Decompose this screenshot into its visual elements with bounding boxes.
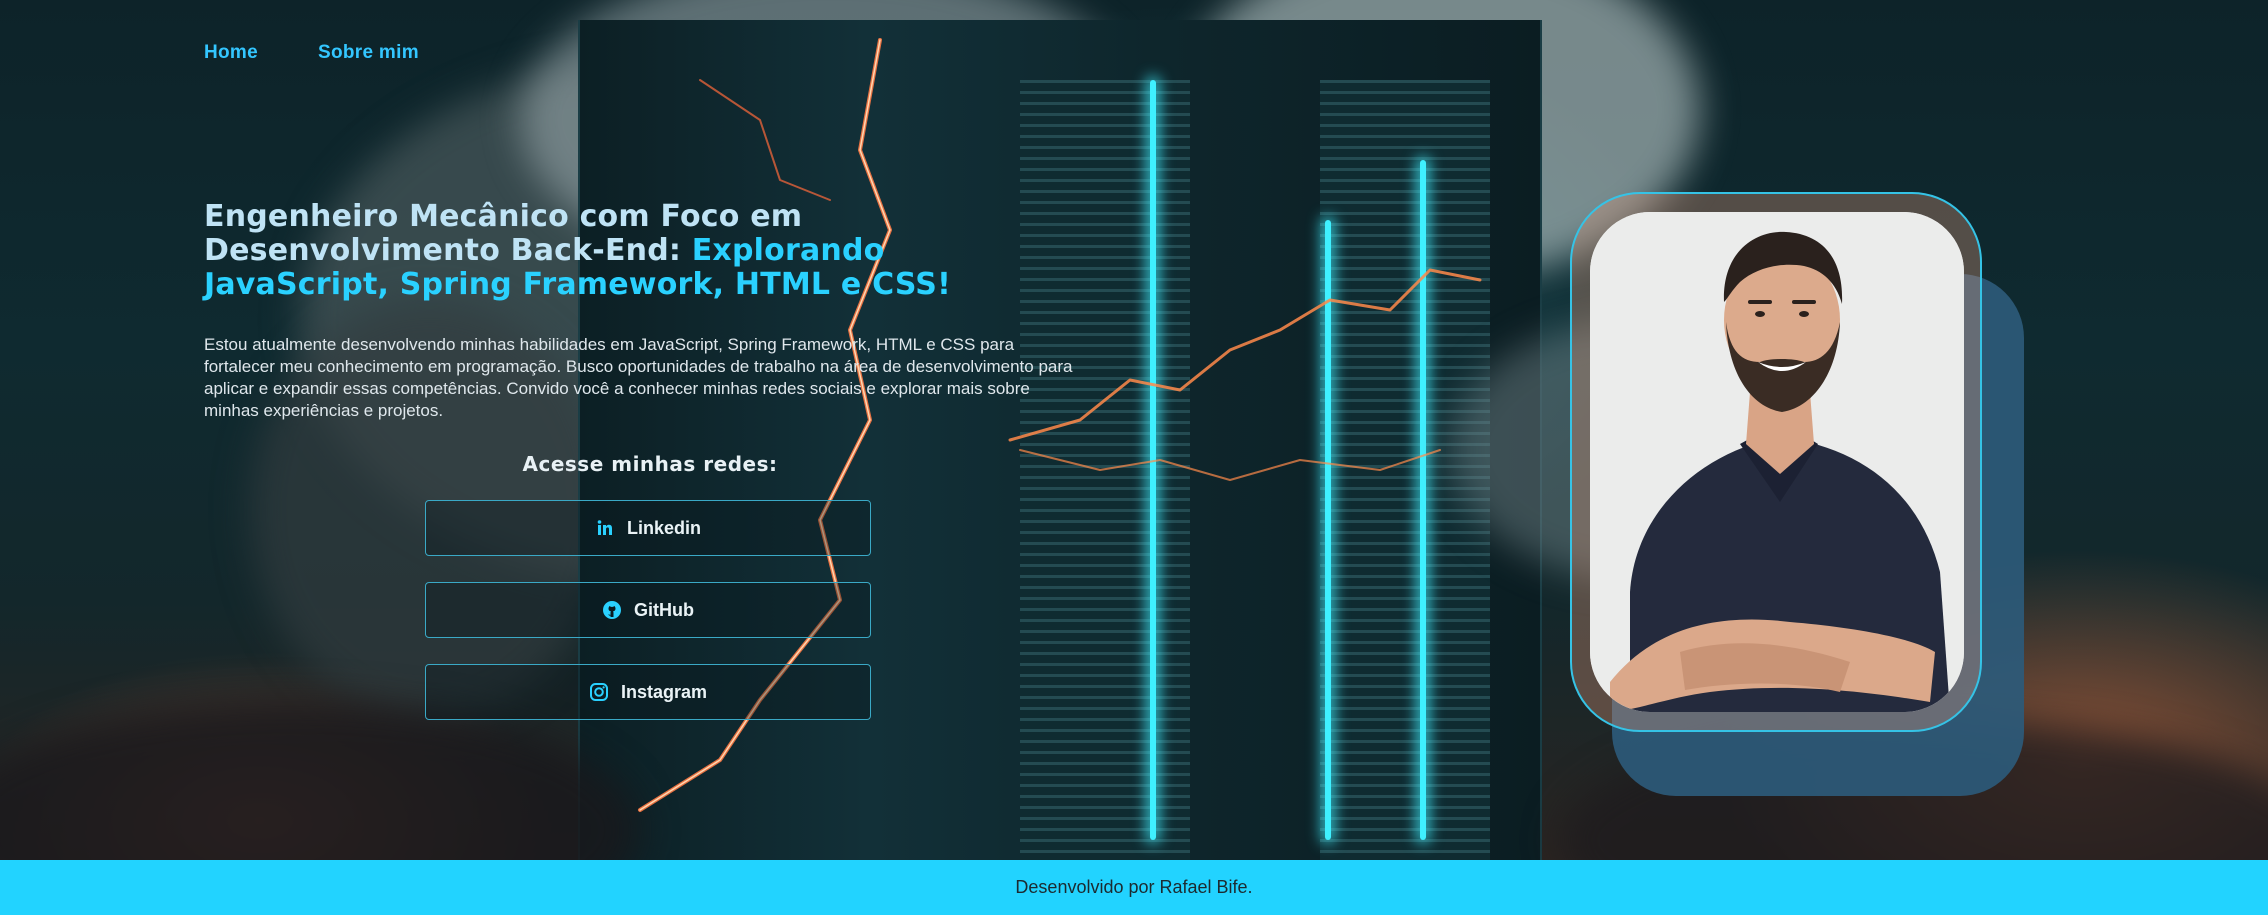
github-icon (602, 600, 622, 620)
site-footer: Desenvolvido por Rafael Bife. (0, 860, 2268, 915)
profile-portrait-illustration (1590, 212, 1964, 712)
profile-photo (1590, 212, 1964, 712)
github-label: GitHub (634, 599, 694, 620)
github-button[interactable]: GitHub (425, 582, 871, 638)
linkedin-label: Linkedin (626, 517, 701, 538)
linkedin-button[interactable]: Linkedin (425, 500, 871, 556)
socials-heading: Acesse minhas redes: (522, 452, 778, 476)
hero-description: Estou atualmente desenvolvendo minhas ha… (204, 335, 1073, 420)
top-nav: Home Sobre mim (204, 42, 419, 64)
footer-credit: Desenvolvido por Rafael Bife. (1015, 877, 1253, 897)
linkedin-icon (595, 518, 615, 538)
instagram-label: Instagram (620, 681, 708, 702)
instagram-icon (589, 682, 609, 702)
hero-title: Engenheiro Mecânico com Foco em Desenvol… (204, 200, 1044, 302)
nav-link-sobre-mim[interactable]: Sobre mim (318, 42, 419, 64)
instagram-button[interactable]: Instagram (425, 664, 871, 720)
nav-link-home[interactable]: Home (204, 42, 258, 64)
